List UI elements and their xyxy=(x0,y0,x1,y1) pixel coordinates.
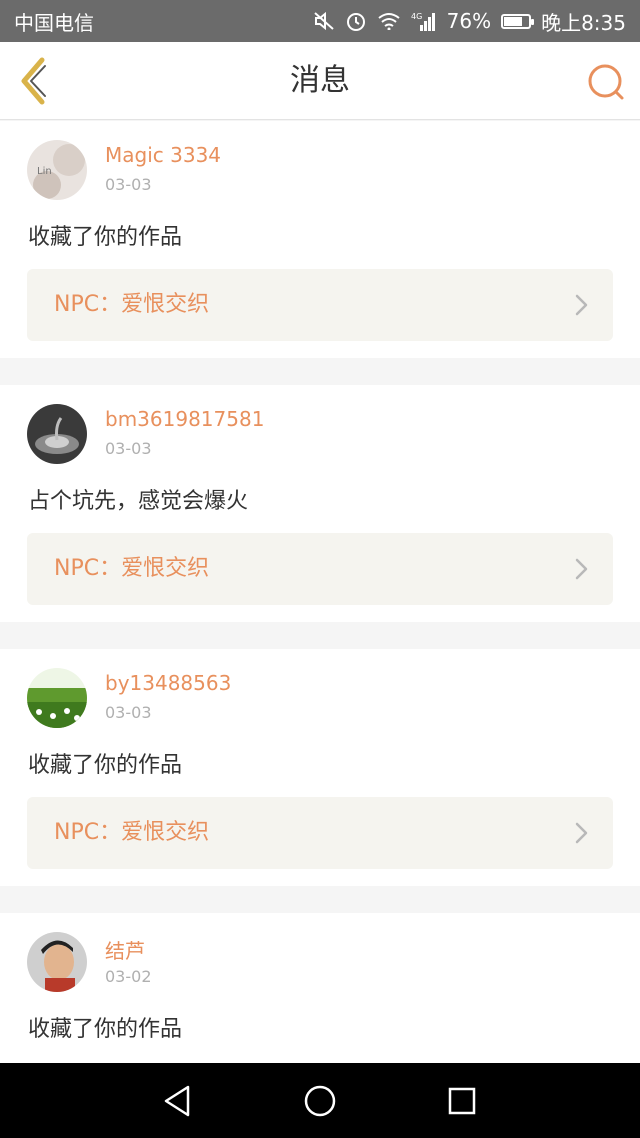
message-text: 占个坑先，感觉会爆火 xyxy=(28,489,249,514)
carrier-label: 中国电信 xyxy=(14,10,94,35)
message-card: 结芦 03-02 收藏了你的作品 xyxy=(0,913,640,1063)
avatar[interactable] xyxy=(27,668,87,728)
avatar-image xyxy=(27,932,87,992)
work-title: NPC：爱恨交织 xyxy=(54,820,210,845)
message-card: Lin Magic 3334 03-03 收藏了你的作品 NPC：爱恨交织 xyxy=(0,121,640,358)
alarm-icon xyxy=(345,10,367,32)
back-button[interactable] xyxy=(14,56,54,106)
username[interactable]: bm3619817581 xyxy=(105,407,264,431)
message-card: by13488563 03-03 收藏了你的作品 NPC：爱恨交织 xyxy=(0,649,640,886)
battery-percent: 76% xyxy=(446,9,492,33)
chevron-right-icon xyxy=(575,294,588,316)
message-date: 03-03 xyxy=(105,703,152,722)
system-home-button[interactable] xyxy=(300,1081,340,1121)
message-date: 03-03 xyxy=(105,175,152,194)
battery-fill xyxy=(504,16,523,26)
square-recents-icon xyxy=(448,1087,476,1115)
message-list[interactable]: Lin Magic 3334 03-03 收藏了你的作品 NPC：爱恨交织 bm… xyxy=(0,121,640,1063)
avatar-image xyxy=(27,668,87,728)
work-link[interactable]: NPC：爱恨交织 xyxy=(27,533,613,605)
avatar[interactable] xyxy=(27,404,87,464)
avatar[interactable]: Lin xyxy=(27,140,87,200)
chevron-right-icon xyxy=(575,558,588,580)
system-recents-button[interactable] xyxy=(442,1081,482,1121)
chevron-left-icon xyxy=(21,57,46,105)
message-text: 收藏了你的作品 xyxy=(28,753,183,778)
work-title: NPC：爱恨交织 xyxy=(54,556,210,581)
username[interactable]: 结芦 xyxy=(105,935,145,964)
username[interactable]: Magic 3334 xyxy=(105,143,221,167)
status-icons: 4G 76% 晚上8:35 xyxy=(313,7,626,36)
system-back-button[interactable] xyxy=(158,1081,198,1121)
message-card: bm3619817581 03-03 占个坑先，感觉会爆火 NPC：爱恨交织 xyxy=(0,385,640,622)
message-date: 03-03 xyxy=(105,439,152,458)
svg-text:Lin: Lin xyxy=(37,166,52,177)
avatar-image xyxy=(27,404,87,464)
page-title: 消息 xyxy=(290,63,350,98)
work-title: NPC：爱恨交织 xyxy=(54,292,210,317)
wifi-icon xyxy=(377,12,401,30)
search-icon xyxy=(588,64,624,100)
clock: 晚上8:35 xyxy=(541,10,626,35)
system-nav-bar xyxy=(0,1063,640,1138)
triangle-back-icon xyxy=(164,1085,190,1117)
avatar-image: Lin xyxy=(27,140,87,200)
avatar[interactable] xyxy=(27,932,87,992)
search-button[interactable] xyxy=(586,62,626,102)
network-type-label: 4G xyxy=(411,12,422,21)
circle-home-icon xyxy=(304,1085,336,1117)
work-link[interactable]: NPC：爱恨交织 xyxy=(27,797,613,869)
message-text: 收藏了你的作品 xyxy=(28,1017,183,1042)
signal-icon: 4G xyxy=(411,11,437,31)
work-link[interactable]: NPC：爱恨交织 xyxy=(27,269,613,341)
header: 消息 xyxy=(0,42,640,120)
message-text: 收藏了你的作品 xyxy=(28,225,183,250)
chevron-right-icon xyxy=(575,822,588,844)
status-bar: 中国电信 4G 76% 晚上8:35 xyxy=(0,0,640,42)
mute-icon xyxy=(313,11,335,31)
message-date: 03-02 xyxy=(105,967,152,986)
battery-icon xyxy=(501,13,535,29)
username[interactable]: by13488563 xyxy=(105,671,231,695)
